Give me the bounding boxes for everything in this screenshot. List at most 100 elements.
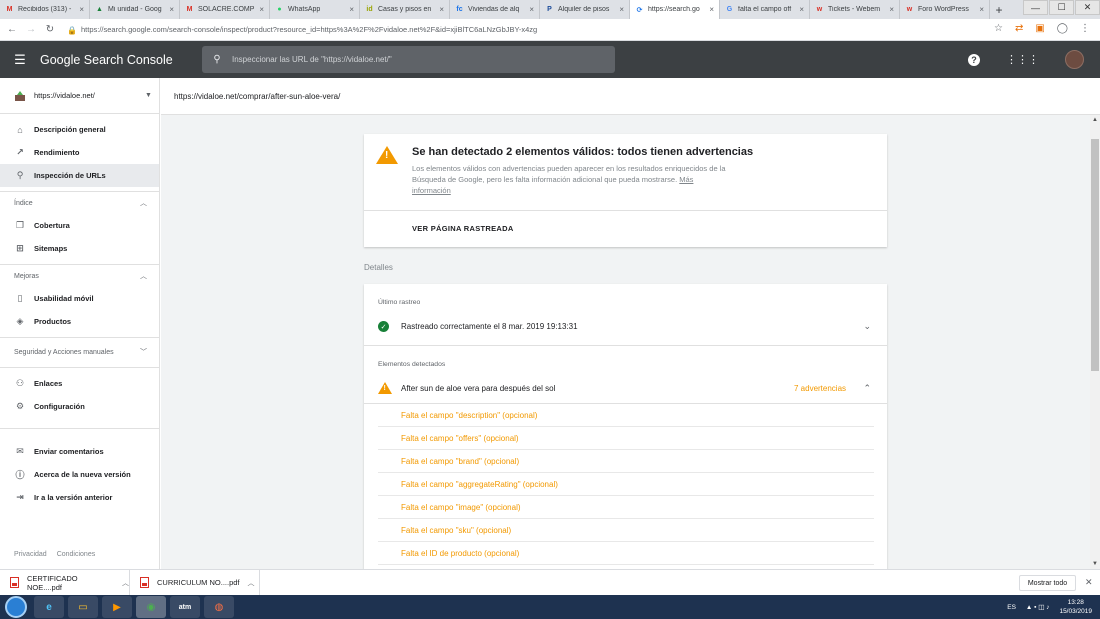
close-tab-icon[interactable]: × xyxy=(439,5,444,14)
chrome-icon[interactable]: ◉ xyxy=(136,596,166,618)
close-icon[interactable]: ✕ xyxy=(1085,577,1093,588)
show-all-downloads-button[interactable]: Mostrar todo xyxy=(1019,575,1076,591)
avatar[interactable] xyxy=(1065,50,1084,69)
sidebar-item[interactable]: ⚇ Enlaces xyxy=(0,372,159,395)
menu-icon[interactable]: ⋮ xyxy=(1080,23,1090,34)
main-scrollbar[interactable]: ▲ ▼ xyxy=(1090,115,1100,569)
summary-card: ! Se han detectado 2 elementos válidos: … xyxy=(364,134,887,247)
scroll-down-icon[interactable]: ▼ xyxy=(1090,561,1100,567)
close-tab-icon[interactable]: × xyxy=(979,5,984,14)
omnibox-url[interactable]: https://search.google.com/search-console… xyxy=(81,25,537,34)
property-selector[interactable]: https://vidaloe.net/ ▼ xyxy=(0,78,159,114)
sidebar-item[interactable]: ⇥ Ir a la versión anterior xyxy=(0,486,159,509)
section-security[interactable]: Seguridad y Acciones manuales ﹀ xyxy=(0,337,159,367)
browser-tab[interactable]: ⟳ https://search.go × xyxy=(630,0,720,19)
omnibox[interactable]: 🔒 https://search.google.com/search-conso… xyxy=(67,22,967,38)
sidebar-item[interactable]: ▯ Usabilidad móvil xyxy=(0,287,159,310)
close-window-button[interactable]: ✕ xyxy=(1075,0,1100,15)
close-tab-icon[interactable]: × xyxy=(79,5,84,14)
close-tab-icon[interactable]: × xyxy=(169,5,174,14)
search-input[interactable]: Inspeccionar las URL de "https://vidaloe… xyxy=(232,55,392,64)
sidebar-item[interactable]: ⌂ Descripción general xyxy=(0,118,159,141)
folder-icon[interactable]: ▭ xyxy=(68,596,98,618)
close-tab-icon[interactable]: × xyxy=(259,5,264,14)
warning-count: 7 advertencias xyxy=(794,384,847,393)
firefox-icon[interactable]: ◍ xyxy=(204,596,234,618)
warning-issue-row[interactable]: Falta el campo "sku" (opcional) xyxy=(378,519,874,542)
view-crawled-page-button[interactable]: VER PÁGINA RASTREADA xyxy=(412,224,514,233)
warning-issue-row[interactable]: Falta el campo "description" (opcional) xyxy=(378,404,874,427)
sidebar-item-label: Sitemaps xyxy=(34,244,68,253)
browser-tab[interactable]: w Tickets - Webem × xyxy=(810,0,900,19)
scroll-up-icon[interactable]: ▲ xyxy=(1090,117,1100,123)
sidebar-item[interactable]: ⊞ Sitemaps xyxy=(0,237,159,260)
sidebar-item[interactable]: ❐ Cobertura xyxy=(0,214,159,237)
tray-icons[interactable]: ▲ ▪ ◫ ♪ xyxy=(1026,603,1050,611)
section-index[interactable]: Índice ︿ xyxy=(0,191,159,214)
reload-icon[interactable]: ↻ xyxy=(43,24,57,35)
drive-icon: ▲ xyxy=(96,6,103,13)
browser-tab[interactable]: Gfalta el campo off × xyxy=(720,0,810,19)
sidebar-item[interactable]: ⚙ Configuración xyxy=(0,395,159,418)
sidebar-item[interactable]: ◈ Productos xyxy=(0,310,159,333)
collapse-chevron-up-icon[interactable]: ⌃ xyxy=(863,383,871,394)
new-tab-button[interactable]: + xyxy=(990,3,1008,17)
close-tab-icon[interactable]: × xyxy=(619,5,624,14)
bookmark-star-icon[interactable]: ☆ xyxy=(994,23,1003,34)
forward-icon[interactable]: → xyxy=(24,24,38,35)
help-icon[interactable]: ? xyxy=(968,53,980,66)
chevron-up-icon[interactable]: ︿ xyxy=(122,578,129,588)
browser-tab[interactable]: M SOLACRE.COMP × xyxy=(180,0,270,19)
window-controls: — ☐ ✕ xyxy=(1022,0,1100,15)
scrollbar-thumb[interactable] xyxy=(1091,139,1099,371)
warning-issue-row[interactable]: Falta el campo "brand" (opcional) xyxy=(378,450,874,473)
browser-tab[interactable]: id Casas y pisos en × xyxy=(360,0,450,19)
sidebar-item[interactable]: ✉ Enviar comentarios xyxy=(0,440,159,463)
chevron-up-icon[interactable]: ︿ xyxy=(248,578,255,588)
apps-grid-icon[interactable]: ⋮⋮⋮ xyxy=(1006,53,1039,66)
sidebar-item[interactable]: ⚲ Inspección de URLs xyxy=(0,164,159,187)
warning-issue-row[interactable]: Falta el campo "offers" (opcional) xyxy=(378,427,874,450)
warning-issue-row[interactable]: Falta el campo "image" (opcional) xyxy=(378,496,874,519)
menu-icon[interactable]: ☰ xyxy=(0,52,40,68)
webempresa-icon: w xyxy=(906,6,913,13)
download-item[interactable]: CERTIFICADO NOE....pdf ︿ xyxy=(0,569,130,596)
ie-icon[interactable]: e xyxy=(34,596,64,618)
close-tab-icon[interactable]: × xyxy=(889,5,894,14)
extension-icon[interactable]: ▣ xyxy=(1035,23,1044,34)
tab-label: Viviendas de alq xyxy=(468,6,520,13)
browser-tab[interactable]: ▲ Mi unidad - Goog × xyxy=(90,0,180,19)
download-filename: CERTIFICADO NOE....pdf xyxy=(26,573,78,592)
close-tab-icon[interactable]: × xyxy=(709,5,714,14)
browser-tab[interactable]: ● WhatsApp × xyxy=(270,0,360,19)
media-player-icon[interactable]: ▶ xyxy=(102,596,132,618)
app-title: Google Search Console xyxy=(40,52,173,67)
atm-app-icon[interactable]: atm xyxy=(170,596,200,618)
sidebar-item[interactable]: ↗ Rendimiento xyxy=(0,141,159,164)
browser-tab[interactable]: w Foro WordPress × xyxy=(900,0,990,19)
system-tray: ES ▲ ▪ ◫ ♪ 13:28 15/03/2019 xyxy=(1007,598,1092,616)
clock[interactable]: 13:28 15/03/2019 xyxy=(1059,598,1092,616)
terms-link[interactable]: Condiciones xyxy=(57,551,96,558)
browser-tab[interactable]: fc Viviendas de alq × xyxy=(450,0,540,19)
browser-tab[interactable]: P Alquiler de pisos × xyxy=(540,0,630,19)
close-tab-icon[interactable]: × xyxy=(529,5,534,14)
start-button[interactable] xyxy=(5,596,27,618)
language-indicator[interactable]: ES xyxy=(1007,604,1016,611)
sidebar-item[interactable]: ⓘ Acerca de la nueva versión xyxy=(0,463,159,486)
close-tab-icon[interactable]: × xyxy=(349,5,354,14)
expand-chevron-down-icon[interactable]: ⌄ xyxy=(863,321,871,332)
profile-icon[interactable]: ◯ xyxy=(1057,23,1068,34)
download-item[interactable]: CURRICULUM NO....pdf ︿ xyxy=(130,569,260,596)
browser-tab[interactable]: M Recibidos (313) - × xyxy=(0,0,90,19)
maximize-button[interactable]: ☐ xyxy=(1049,0,1074,15)
close-tab-icon[interactable]: × xyxy=(799,5,804,14)
minimize-button[interactable]: — xyxy=(1023,0,1048,15)
privacy-link[interactable]: Privacidad xyxy=(14,551,47,558)
section-improvements[interactable]: Mejoras ︿ xyxy=(0,264,159,287)
warning-issue-row[interactable]: Falta el campo "aggregateRating" (opcion… xyxy=(378,473,874,496)
extension-icon[interactable]: ⇄ xyxy=(1015,23,1023,34)
warning-issue-row[interactable]: Falta el ID de producto (opcional) xyxy=(378,542,874,565)
url-inspection-search[interactable]: ⚲ Inspeccionar las URL de "https://vidal… xyxy=(202,46,615,73)
back-icon[interactable]: ← xyxy=(5,24,19,35)
